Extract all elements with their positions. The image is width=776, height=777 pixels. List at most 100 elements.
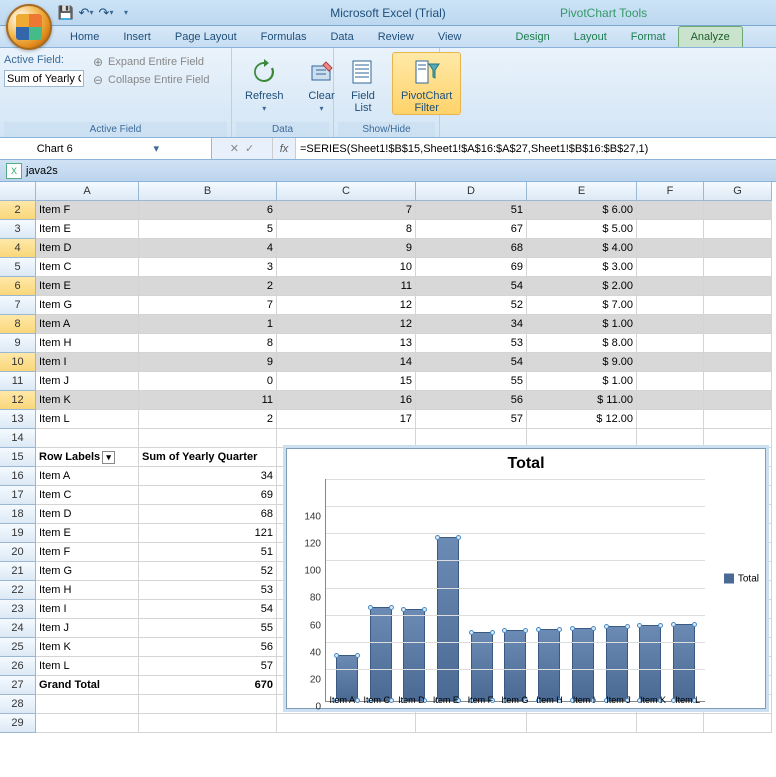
cell[interactable]: Item K: [36, 391, 139, 410]
cell[interactable]: Item L: [36, 410, 139, 429]
office-button[interactable]: [6, 4, 52, 50]
row-header[interactable]: 9: [0, 334, 36, 353]
cell[interactable]: [637, 353, 704, 372]
cell[interactable]: 69: [416, 258, 527, 277]
tab-layout[interactable]: Layout: [562, 27, 619, 47]
chart-bar[interactable]: [403, 609, 425, 701]
cell[interactable]: $ 11.00: [527, 391, 637, 410]
cell[interactable]: 68: [139, 505, 277, 524]
cell[interactable]: Item G: [36, 562, 139, 581]
row-header[interactable]: 13: [0, 410, 36, 429]
cell[interactable]: 16: [277, 391, 416, 410]
col-header-E[interactable]: E: [527, 182, 637, 201]
redo-icon[interactable]: ↷▾: [98, 5, 114, 21]
fx-icon[interactable]: fx: [272, 138, 296, 159]
cell[interactable]: 12: [277, 315, 416, 334]
tab-review[interactable]: Review: [366, 27, 426, 47]
row-header[interactable]: 7: [0, 296, 36, 315]
cell[interactable]: [704, 391, 772, 410]
cell[interactable]: [637, 315, 704, 334]
chart-bar[interactable]: [673, 624, 695, 701]
expand-field-button[interactable]: ⊕Expand Entire Field: [88, 54, 213, 70]
cell[interactable]: $ 9.00: [527, 353, 637, 372]
cell[interactable]: [527, 429, 637, 448]
formula-input[interactable]: =SERIES(Sheet1!$B$15,Sheet1!$A$16:$A$27,…: [296, 138, 776, 159]
cell[interactable]: [704, 372, 772, 391]
cell[interactable]: 52: [416, 296, 527, 315]
row-header[interactable]: 25: [0, 638, 36, 657]
save-icon[interactable]: 💾: [58, 5, 74, 21]
cell[interactable]: 51: [139, 543, 277, 562]
cell[interactable]: $ 1.00: [527, 372, 637, 391]
cell[interactable]: 51: [416, 201, 527, 220]
cell[interactable]: $ 5.00: [527, 220, 637, 239]
cell[interactable]: Grand Total: [36, 676, 139, 695]
active-field-input[interactable]: [4, 70, 84, 87]
cell[interactable]: 9: [139, 353, 277, 372]
cell[interactable]: Item F: [36, 201, 139, 220]
row-header[interactable]: 28: [0, 695, 36, 714]
cell[interactable]: 14: [277, 353, 416, 372]
row-header[interactable]: 4: [0, 239, 36, 258]
row-header[interactable]: 3: [0, 220, 36, 239]
cell[interactable]: 54: [139, 600, 277, 619]
cell[interactable]: [36, 429, 139, 448]
cell[interactable]: 57: [416, 410, 527, 429]
cell[interactable]: [704, 296, 772, 315]
row-header[interactable]: 2: [0, 201, 36, 220]
cell[interactable]: $ 4.00: [527, 239, 637, 258]
name-box[interactable]: Chart 6▾: [0, 138, 212, 159]
cell[interactable]: 11: [139, 391, 277, 410]
cell[interactable]: Item E: [36, 524, 139, 543]
cell[interactable]: [637, 296, 704, 315]
cell[interactable]: 69: [139, 486, 277, 505]
cell[interactable]: 53: [139, 581, 277, 600]
cell[interactable]: 34: [139, 467, 277, 486]
pivotchart-filter-button[interactable]: PivotChart Filter: [392, 52, 461, 115]
col-header-C[interactable]: C: [277, 182, 416, 201]
tab-format[interactable]: Format: [619, 27, 678, 47]
cell[interactable]: Item E: [36, 277, 139, 296]
row-header[interactable]: 29: [0, 714, 36, 733]
chart-legend[interactable]: Total: [724, 573, 759, 584]
cell[interactable]: [704, 277, 772, 296]
row-header[interactable]: 5: [0, 258, 36, 277]
cell[interactable]: Item H: [36, 334, 139, 353]
cancel-icon[interactable]: ✕: [230, 142, 239, 155]
cell[interactable]: [704, 239, 772, 258]
cell[interactable]: [637, 429, 704, 448]
cell[interactable]: $ 6.00: [527, 201, 637, 220]
cell[interactable]: Item K: [36, 638, 139, 657]
pivot-row-labels-header[interactable]: Row Labels▾: [36, 448, 139, 467]
pivot-chart[interactable]: Total 020406080100120140 Item AItem CIte…: [286, 448, 766, 709]
col-header-G[interactable]: G: [704, 182, 772, 201]
cell[interactable]: Item H: [36, 581, 139, 600]
cell[interactable]: [637, 410, 704, 429]
row-header[interactable]: 26: [0, 657, 36, 676]
undo-icon[interactable]: ↶▾: [78, 5, 94, 21]
field-list-button[interactable]: Field List: [338, 52, 388, 115]
cell[interactable]: Item A: [36, 315, 139, 334]
row-header[interactable]: 27: [0, 676, 36, 695]
cell[interactable]: 8: [139, 334, 277, 353]
cell[interactable]: 55: [416, 372, 527, 391]
cell[interactable]: [704, 201, 772, 220]
qat-customize-icon[interactable]: ▾: [118, 5, 134, 21]
tab-design[interactable]: Design: [503, 27, 561, 47]
cell[interactable]: [704, 334, 772, 353]
cell[interactable]: Item G: [36, 296, 139, 315]
cell[interactable]: Item J: [36, 372, 139, 391]
cell[interactable]: 7: [139, 296, 277, 315]
chart-plot-area[interactable]: 020406080100120140: [297, 479, 705, 702]
cell[interactable]: 121: [139, 524, 277, 543]
cell[interactable]: [704, 714, 772, 733]
cell[interactable]: [416, 714, 527, 733]
row-header[interactable]: 17: [0, 486, 36, 505]
cell[interactable]: $ 12.00: [527, 410, 637, 429]
cell[interactable]: Item C: [36, 486, 139, 505]
cell[interactable]: [704, 258, 772, 277]
row-header[interactable]: 24: [0, 619, 36, 638]
cell[interactable]: [704, 353, 772, 372]
cell[interactable]: 7: [277, 201, 416, 220]
cell[interactable]: 57: [139, 657, 277, 676]
